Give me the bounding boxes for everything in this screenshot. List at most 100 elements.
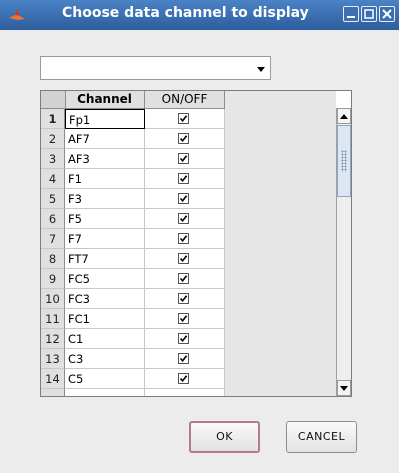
window-title: Choose data channel to display	[62, 5, 309, 21]
channel-set-dropdown[interactable]	[40, 56, 271, 80]
table-header: Channel ON/OFF	[41, 91, 225, 109]
checkmark-icon	[179, 115, 188, 123]
ok-button[interactable]: OK	[189, 421, 260, 453]
checkmark-icon	[179, 235, 188, 243]
title-bar[interactable]: Choose data channel to display	[0, 0, 399, 30]
row-number: 4	[41, 169, 65, 189]
table-row[interactable]: 10 FC3	[41, 289, 225, 309]
row-number: 8	[41, 249, 65, 269]
channel-checkbox[interactable]	[178, 113, 189, 124]
table-row[interactable]: 5 F3	[41, 189, 225, 209]
row-number: 9	[41, 269, 65, 289]
channel-cell[interactable]: C1	[65, 329, 145, 349]
onoff-cell	[145, 309, 225, 329]
table-row[interactable]: 9 FC5	[41, 269, 225, 289]
column-header-onoff[interactable]: ON/OFF	[145, 91, 225, 108]
channel-cell[interactable]: Fp1	[65, 109, 145, 129]
channel-cell[interactable]: F3	[65, 189, 145, 209]
chevron-down-icon	[257, 67, 265, 72]
onoff-cell	[145, 289, 225, 309]
channel-checkbox[interactable]	[178, 273, 189, 284]
channel-cell[interactable]: FC1	[65, 309, 145, 329]
onoff-cell	[145, 209, 225, 229]
channel-checkbox[interactable]	[178, 173, 189, 184]
channel-cell[interactable]: C3	[65, 349, 145, 369]
onoff-cell	[145, 149, 225, 169]
channel-checkbox[interactable]	[178, 213, 189, 224]
row-number: 1	[41, 109, 65, 129]
scroll-up-button[interactable]	[337, 108, 351, 124]
checkmark-icon	[179, 255, 188, 263]
onoff-cell	[145, 189, 225, 209]
onoff-cell	[145, 249, 225, 269]
checkmark-icon	[179, 175, 188, 183]
channel-checkbox[interactable]	[178, 353, 189, 364]
channel-checkbox[interactable]	[178, 153, 189, 164]
checkmark-icon	[179, 195, 188, 203]
row-number: 3	[41, 149, 65, 169]
row-number: 6	[41, 209, 65, 229]
table-row[interactable]: 4 F1	[41, 169, 225, 189]
channel-checkbox[interactable]	[178, 233, 189, 244]
table-row[interactable]: 3 AF3	[41, 149, 225, 169]
onoff-cell	[145, 389, 225, 396]
channel-checkbox[interactable]	[178, 133, 189, 144]
checkmark-icon	[179, 315, 188, 323]
table-row[interactable]: 13 C3	[41, 349, 225, 369]
row-number: 5	[41, 189, 65, 209]
arrow-up-icon	[340, 114, 348, 119]
onoff-cell	[145, 369, 225, 389]
onoff-cell	[145, 109, 225, 129]
channel-cell[interactable]: FT7	[65, 249, 145, 269]
channel-table: Channel ON/OFF 1 Fp1 2 AF7 3 AF3 4 F1 5 F3 6 F5 7 F7 8…	[40, 90, 352, 397]
checkmark-icon	[179, 355, 188, 363]
channel-checkbox[interactable]	[178, 313, 189, 324]
table-row[interactable]: 7 F7	[41, 229, 225, 249]
row-number: 13	[41, 349, 65, 369]
onoff-cell	[145, 329, 225, 349]
channel-cell[interactable]: AF7	[65, 129, 145, 149]
channel-cell[interactable]: F1	[65, 169, 145, 189]
row-number: 12	[41, 329, 65, 349]
channel-cell[interactable]: F5	[65, 209, 145, 229]
minimize-icon[interactable]	[343, 6, 359, 22]
channel-checkbox[interactable]	[178, 253, 189, 264]
table-row[interactable]: 12 C1	[41, 329, 225, 349]
scroll-down-button[interactable]	[337, 380, 351, 396]
checkmark-icon	[179, 135, 188, 143]
channel-cell[interactable]: AF3	[65, 149, 145, 169]
onoff-cell	[145, 129, 225, 149]
channel-cell[interactable]: C5	[65, 369, 145, 389]
scroll-thumb[interactable]	[337, 125, 351, 197]
channel-checkbox[interactable]	[178, 333, 189, 344]
row-number	[41, 389, 65, 396]
checkmark-icon	[179, 215, 188, 223]
dialog-window: Choose data channel to display Channel O…	[0, 0, 399, 473]
onoff-cell	[145, 349, 225, 369]
table-row[interactable]: 6 F5	[41, 209, 225, 229]
table-scrollbar[interactable]	[336, 108, 351, 396]
channel-cell	[65, 389, 145, 396]
channel-checkbox[interactable]	[178, 373, 189, 384]
row-number: 7	[41, 229, 65, 249]
cancel-button[interactable]: CANCEL	[286, 421, 357, 453]
onoff-cell	[145, 169, 225, 189]
table-row[interactable]: 1 Fp1	[41, 109, 225, 129]
channel-cell[interactable]: F7	[65, 229, 145, 249]
maximize-icon[interactable]	[361, 6, 377, 22]
column-header-channel[interactable]: Channel	[65, 91, 145, 108]
row-number: 14	[41, 369, 65, 389]
checkmark-icon	[179, 295, 188, 303]
checkmark-icon	[179, 275, 188, 283]
row-number: 10	[41, 289, 65, 309]
table-corner	[41, 91, 66, 108]
table-row[interactable]: 2 AF7	[41, 129, 225, 149]
channel-checkbox[interactable]	[178, 293, 189, 304]
close-icon[interactable]	[379, 6, 395, 22]
table-row[interactable]: 11 FC1	[41, 309, 225, 329]
channel-checkbox[interactable]	[178, 193, 189, 204]
channel-cell[interactable]: FC3	[65, 289, 145, 309]
table-row[interactable]: 14 C5	[41, 369, 225, 389]
table-row[interactable]: 8 FT7	[41, 249, 225, 269]
channel-cell[interactable]: FC5	[65, 269, 145, 289]
